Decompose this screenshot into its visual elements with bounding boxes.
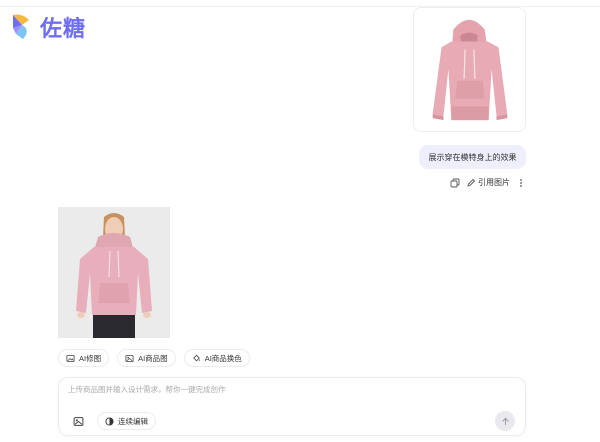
- tool-ai-retouch[interactable]: AI修图: [58, 349, 110, 367]
- send-button[interactable]: [495, 411, 515, 431]
- tool-shortcuts: AI修图 AI商品图 AI商品换色: [58, 349, 250, 367]
- quote-image-button[interactable]: 引用图片: [466, 177, 510, 188]
- pink-hoodie-product-photo: [414, 8, 525, 131]
- arrow-up-icon: [501, 417, 509, 425]
- user-message-bubble: 展示穿在模特身上的效果: [419, 145, 526, 169]
- quote-image-label: 引用图片: [478, 178, 510, 187]
- model-wearing-hoodie-photo: [58, 207, 170, 338]
- continuous-edit-toggle[interactable]: 连续编辑: [97, 412, 156, 430]
- prompt-composer: 连续编辑: [58, 377, 526, 436]
- uploaded-product-image[interactable]: [413, 7, 526, 132]
- image-upload-icon: [73, 416, 83, 426]
- tool-label: AI商品换色: [204, 353, 242, 363]
- prompt-input[interactable]: [68, 385, 488, 394]
- more-options-icon[interactable]: [516, 178, 526, 188]
- copy-icon[interactable]: [450, 178, 460, 188]
- image-edit-icon: [66, 354, 75, 362]
- tool-ai-product-recolor[interactable]: AI商品换色: [183, 349, 250, 367]
- upload-image-button[interactable]: [70, 413, 86, 429]
- message-actions: 引用图片: [450, 177, 526, 188]
- brand-logo[interactable]: 佐糖: [10, 11, 86, 43]
- generated-model-image[interactable]: [58, 207, 170, 338]
- user-message-text: 展示穿在模特身上的效果: [428, 152, 517, 162]
- brand-name: 佐糖: [40, 17, 87, 42]
- continuous-edit-label: 连续编辑: [118, 416, 148, 426]
- product-image-icon: [125, 354, 134, 362]
- tool-label: AI修图: [79, 353, 102, 363]
- tool-label: AI商品图: [138, 353, 168, 363]
- logo-mark-icon: [13, 14, 29, 39]
- pencil-icon: [467, 178, 476, 187]
- tool-ai-product-image[interactable]: AI商品图: [117, 349, 176, 367]
- paint-bucket-icon: [192, 354, 200, 361]
- half-circle-icon: [105, 416, 114, 426]
